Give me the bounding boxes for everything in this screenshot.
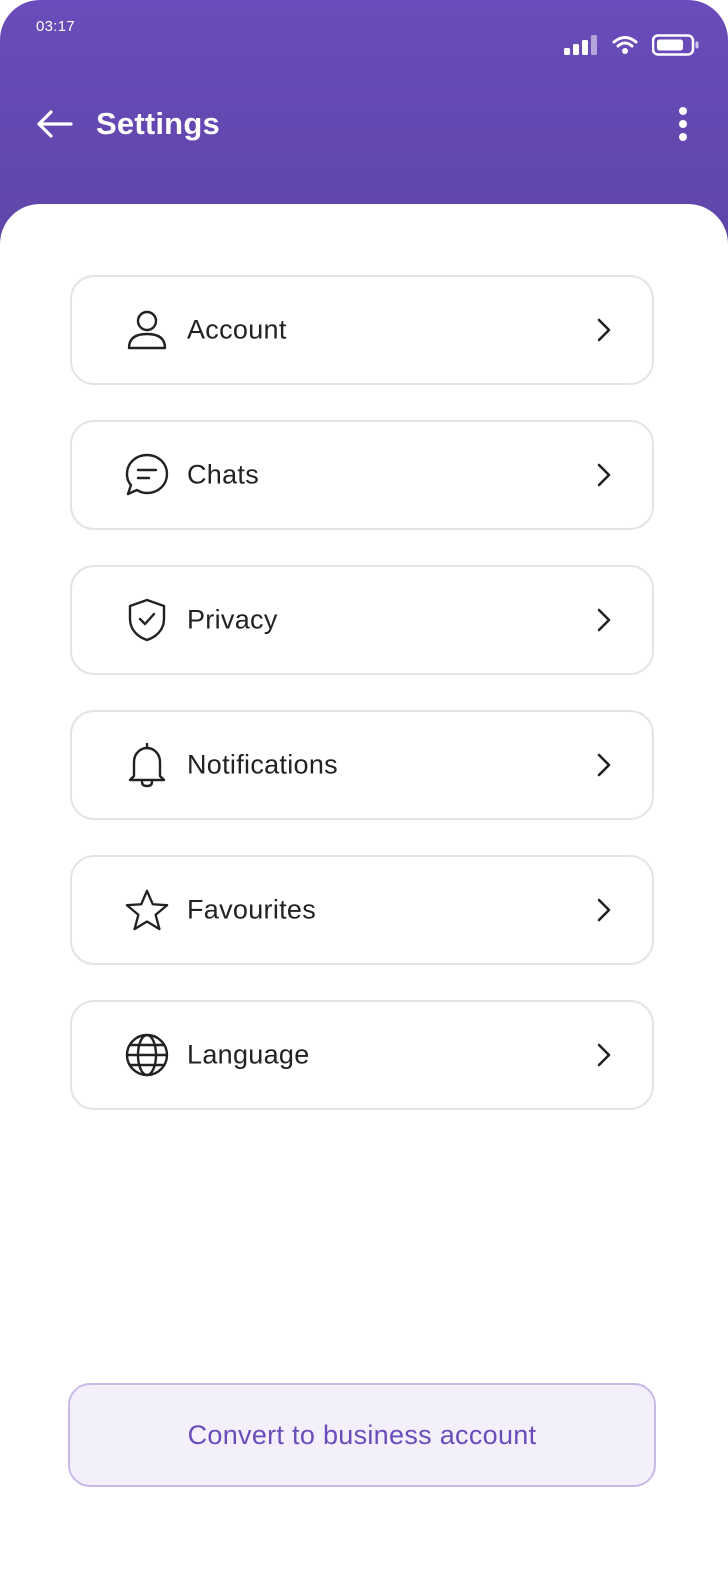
page-title: Settings [96, 106, 220, 141]
menu-item-account[interactable]: Account [70, 275, 654, 385]
more-vertical-icon [678, 106, 688, 147]
menu-item-label: Notifications [187, 749, 338, 780]
menu-item-privacy[interactable]: Privacy [70, 565, 654, 675]
signal-icon [564, 35, 598, 55]
chevron-right-icon [592, 751, 616, 779]
chat-bubble-icon [124, 452, 170, 498]
battery-icon [652, 34, 700, 56]
user-icon [124, 307, 170, 353]
settings-content: Account Chats Privacy Notifications Favo… [0, 204, 728, 1576]
star-icon [124, 887, 170, 933]
back-button[interactable] [34, 108, 74, 144]
convert-business-account-button[interactable]: Convert to business account [68, 1383, 656, 1487]
menu-item-label: Privacy [187, 604, 278, 635]
menu-item-favourites[interactable]: Favourites [70, 855, 654, 965]
menu-item-label: Favourites [187, 894, 317, 925]
settings-screen: 03:17 Settings Account Chats Privacy Not… [0, 0, 728, 1576]
shield-check-icon [124, 597, 170, 643]
wifi-icon [612, 35, 638, 55]
chevron-right-icon [592, 1041, 616, 1069]
status-icons [564, 34, 700, 56]
more-options-button[interactable] [668, 104, 698, 148]
menu-item-label: Chats [187, 459, 260, 490]
chevron-right-icon [592, 461, 616, 489]
convert-business-account-label: Convert to business account [187, 1419, 537, 1450]
menu-item-label: Account [187, 314, 287, 345]
status-time: 03:17 [36, 18, 76, 35]
menu-item-label: Language [187, 1039, 310, 1070]
globe-icon [124, 1032, 170, 1078]
menu-item-notifications[interactable]: Notifications [70, 710, 654, 820]
chevron-right-icon [592, 896, 616, 924]
arrow-left-icon [35, 109, 73, 144]
chevron-right-icon [592, 606, 616, 634]
settings-menu: Account Chats Privacy Notifications Favo… [70, 275, 654, 1145]
chevron-right-icon [592, 316, 616, 344]
menu-item-chats[interactable]: Chats [70, 420, 654, 530]
bell-icon [124, 742, 170, 788]
menu-item-language[interactable]: Language [70, 1000, 654, 1110]
